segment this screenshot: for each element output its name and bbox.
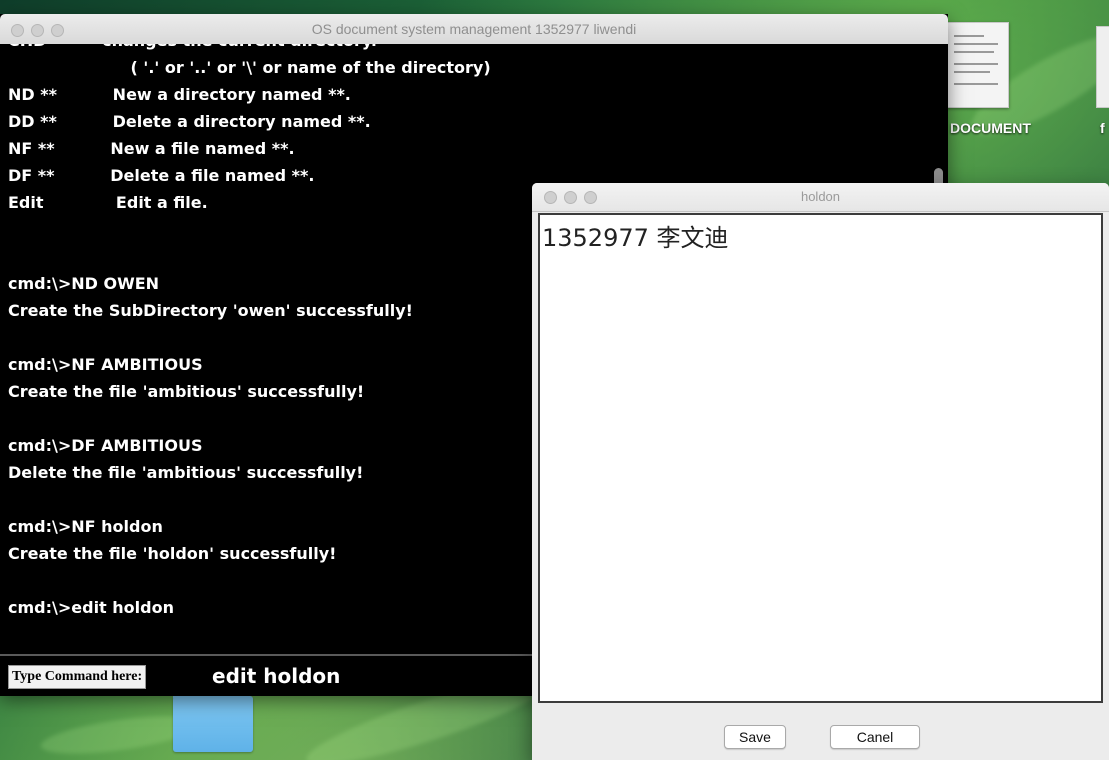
terminal-line: cmd:\>edit holdon — [8, 598, 174, 617]
command-label: Type Command here: — [8, 665, 147, 689]
terminal-line: DD ** Delete a directory named **. — [8, 112, 371, 131]
terminal-line: NF ** New a file named **. — [8, 139, 295, 158]
terminal-line: Delete the file 'ambitious' successfully… — [8, 463, 364, 482]
terminal-line: cmd:\>DF AMBITIOUS — [8, 436, 203, 455]
terminal-line: Create the file 'ambitious' successfully… — [8, 382, 365, 401]
terminal-line: ( '.' or '..' or '\' or name of the dire… — [8, 58, 491, 77]
cancel-button[interactable]: Canel — [830, 725, 920, 749]
edit-file-dialog: holdon 1352977 李文迪 Save Canel — [532, 183, 1109, 760]
terminal-line: Create the SubDirectory 'owen' successfu… — [8, 301, 413, 320]
terminal-line: Edit Edit a file. — [8, 193, 208, 212]
file-icon[interactable] — [1096, 26, 1109, 108]
terminal-line: cmd:\>NF holdon — [8, 517, 163, 536]
document-file-icon[interactable] — [945, 22, 1009, 108]
file-icon-label[interactable]: f — [1100, 120, 1105, 136]
terminal-line: CHD changes the current directory. — [8, 44, 377, 51]
command-input[interactable] — [212, 662, 532, 690]
terminal-line: DF ** Delete a file named **. — [8, 166, 315, 185]
folder-icon[interactable] — [173, 690, 253, 752]
save-button[interactable]: Save — [724, 725, 786, 749]
document-icon-label[interactable]: DOCUMENT — [950, 120, 1031, 136]
terminal-line: Create the file 'holdon' successfully! — [8, 544, 337, 563]
window-title: OS document system management 1352977 li… — [311, 21, 637, 37]
terminal-line: ND ** New a directory named **. — [8, 85, 351, 104]
terminal-line: cmd:\>ND OWEN — [8, 274, 160, 293]
dialog-title: holdon — [800, 189, 841, 204]
file-content-editor[interactable]: 1352977 李文迪 — [538, 213, 1103, 703]
terminal-line: cmd:\>NF AMBITIOUS — [8, 355, 203, 374]
dialog-titlebar[interactable]: holdon — [532, 183, 1109, 212]
titlebar[interactable]: OS document system management 1352977 li… — [0, 14, 948, 45]
